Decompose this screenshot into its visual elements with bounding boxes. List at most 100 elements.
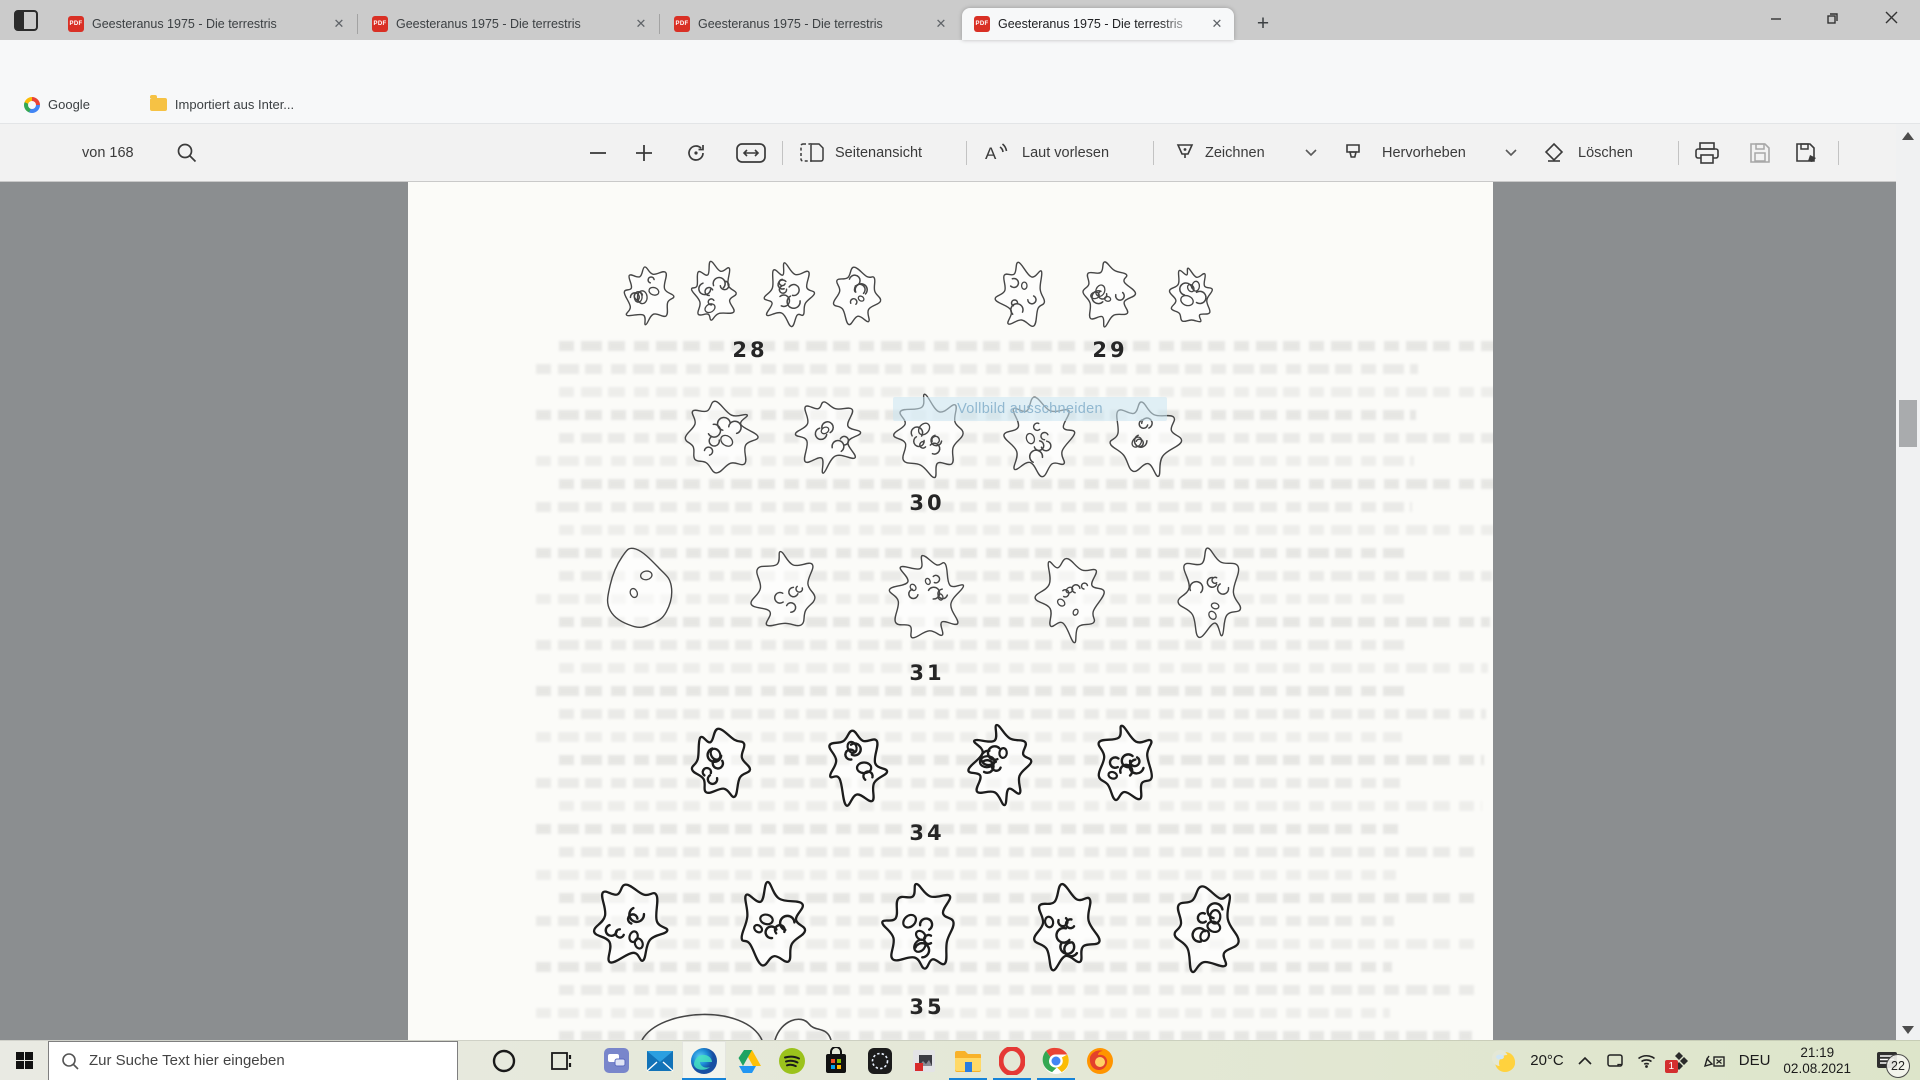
task-view-button[interactable] [540, 1041, 584, 1080]
cortana-button[interactable] [482, 1041, 526, 1080]
clock[interactable]: 21:19 02.08.2021 [1783, 1045, 1851, 1077]
tab-3[interactable]: PDF Geesteranus 1975 - Die terrestris ✕ [662, 8, 958, 40]
app-mail[interactable] [638, 1041, 682, 1080]
tab-title: Geesteranus 1975 - Die terrestris [998, 17, 1204, 31]
tray-temperature[interactable]: 20°C [1530, 1052, 1564, 1069]
system-tray: 20°C 1 DEU 21:19 02.08.2021 22 [1491, 1041, 1920, 1080]
app-edge-active[interactable] [682, 1041, 726, 1080]
navigation-bar: Datei C:/Users/Bieni/Downloads/Geesteran… [0, 40, 1920, 86]
app-opera[interactable] [990, 1041, 1034, 1080]
draw-chevron-icon[interactable] [1304, 124, 1318, 182]
close-tab-icon[interactable]: ✕ [330, 16, 348, 32]
pdf-file-icon: PDF [674, 16, 690, 32]
tab-title: Geesteranus 1975 - Die terrestris [698, 17, 928, 31]
app-launcher[interactable] [858, 1041, 902, 1080]
search-document-icon[interactable] [176, 124, 198, 182]
read-aloud-label[interactable]: Laut vorlesen [1022, 124, 1109, 182]
pdf-file-icon: PDF [974, 16, 990, 32]
vertical-scrollbar[interactable] [1896, 124, 1920, 1040]
search-placeholder: Zur Suche Text hier eingeben [89, 1052, 285, 1069]
windows-logo-icon [16, 1052, 33, 1069]
tray-device-icon[interactable] [1606, 1053, 1624, 1069]
minimize-button[interactable] [1753, 0, 1799, 34]
screen-clip-tooltip: Vollbild ausschneiden [893, 397, 1167, 421]
taskbar: Zur Suche Text hier eingeben 20°C 1 DEU … [0, 1040, 1920, 1080]
pdf-viewport: Vollbild ausschneiden 282930313435 [0, 182, 1896, 1040]
pdf-file-icon: PDF [372, 16, 388, 32]
weather-moon-icon[interactable] [1491, 1048, 1517, 1074]
save-icon[interactable] [1748, 124, 1772, 182]
tray-chevron-up-icon[interactable] [1577, 1056, 1593, 1066]
notification-center-button[interactable]: 22 [1864, 1041, 1910, 1080]
zoom-in-icon[interactable] [634, 124, 654, 182]
taskbar-search-input[interactable]: Zur Suche Text hier eingeben [48, 1041, 458, 1080]
bookmark-google[interactable]: Google [24, 97, 90, 113]
erase-icon[interactable] [1542, 124, 1566, 182]
draw-icon[interactable] [1174, 124, 1196, 182]
app-spotify[interactable] [770, 1041, 814, 1080]
tab-title: Geesteranus 1975 - Die terrestris [396, 17, 628, 31]
figure-label-29: 29 [1092, 338, 1127, 362]
app-photos[interactable] [902, 1041, 946, 1080]
wifi-icon[interactable] [1637, 1053, 1656, 1068]
bookmarks-bar: Google Importiert aus Inter... [0, 86, 1920, 124]
spore-illustrations [408, 182, 1493, 1040]
app-chrome[interactable] [1034, 1041, 1078, 1080]
tab-separator [357, 14, 358, 34]
rotate-icon[interactable] [684, 124, 708, 182]
tab-separator [659, 14, 660, 34]
update-tray-icon[interactable]: 1 [1669, 1051, 1689, 1071]
figure-label-28: 28 [732, 338, 767, 362]
search-icon [61, 1052, 79, 1070]
tab-2[interactable]: PDF Geesteranus 1975 - Die terrestris ✕ [360, 8, 658, 40]
app-firefox[interactable] [1078, 1041, 1122, 1080]
close-tab-icon[interactable]: ✕ [932, 16, 950, 32]
tab-title: Geesteranus 1975 - Die terrestris [92, 17, 326, 31]
bookmark-imported-folder[interactable]: Importiert aus Inter... [150, 97, 294, 112]
browser-window: PDF Geesteranus 1975 - Die terrestris ✕ … [0, 0, 1920, 1080]
pdf-page: Vollbild ausschneiden 282930313435 [408, 182, 1493, 1040]
pen-input-icon[interactable] [1702, 1053, 1726, 1069]
svg-text:A: A [985, 144, 997, 163]
app-chat[interactable] [594, 1041, 638, 1080]
app-microsoft-store[interactable] [814, 1041, 858, 1080]
keyboard-language[interactable]: DEU [1739, 1052, 1771, 1069]
update-badge: 1 [1665, 1060, 1678, 1073]
tab-overview-icon[interactable] [14, 10, 38, 31]
highlight-icon[interactable] [1342, 124, 1364, 182]
tray-date: 02.08.2021 [1783, 1061, 1851, 1077]
pdf-toolbar: von 168 Seitenansicht A Laut vorlesen Ze… [0, 124, 1920, 182]
print-icon[interactable] [1694, 124, 1720, 182]
bookmark-label: Google [48, 97, 90, 112]
tray-time: 21:19 [1783, 1045, 1851, 1061]
page-view-label[interactable]: Seitenansicht [835, 124, 922, 182]
figure-label-31: 31 [909, 661, 944, 685]
page-view-icon[interactable] [800, 124, 826, 182]
new-tab-button[interactable]: + [1250, 12, 1276, 38]
fit-to-width-icon[interactable] [736, 124, 766, 182]
highlight-chevron-icon[interactable] [1504, 124, 1518, 182]
tab-4-active[interactable]: PDF Geesteranus 1975 - Die terrestris ✕ [962, 8, 1234, 40]
erase-label[interactable]: Löschen [1578, 124, 1633, 182]
page-count-label: von 168 [82, 124, 134, 182]
app-file-explorer[interactable] [946, 1041, 990, 1080]
scroll-down-icon[interactable] [1902, 1026, 1914, 1034]
read-aloud-icon[interactable]: A [984, 124, 1010, 182]
tab-1[interactable]: PDF Geesteranus 1975 - Die terrestris ✕ [56, 8, 356, 40]
close-tab-icon[interactable]: ✕ [1208, 16, 1226, 32]
close-tab-icon[interactable]: ✕ [632, 16, 650, 32]
highlight-label[interactable]: Hervorheben [1382, 124, 1466, 182]
start-button[interactable] [0, 1041, 48, 1080]
pdf-file-icon: PDF [68, 16, 84, 32]
app-google-drive[interactable] [726, 1041, 770, 1080]
notification-count-badge: 22 [1886, 1054, 1910, 1078]
zoom-out-icon[interactable] [588, 124, 608, 182]
save-as-icon[interactable] [1794, 124, 1820, 182]
restore-button[interactable] [1810, 0, 1856, 34]
draw-label[interactable]: Zeichnen [1205, 124, 1265, 182]
scroll-up-icon[interactable] [1902, 132, 1914, 140]
close-window-button[interactable] [1868, 0, 1914, 34]
folder-icon [150, 98, 167, 111]
bookmark-label: Importiert aus Inter... [175, 97, 294, 112]
scrollbar-thumb[interactable] [1899, 400, 1917, 447]
